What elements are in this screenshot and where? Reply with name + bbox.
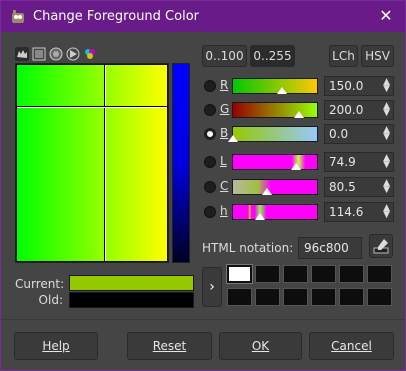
scales-icon[interactable] xyxy=(32,47,46,61)
spin-icon[interactable]: ▲ ▼ xyxy=(383,154,390,170)
spin-icon[interactable]: ▲ ▼ xyxy=(383,78,390,94)
channel-label-b: B xyxy=(220,126,229,140)
channel-row-r: R 150.0 ▲ ▼ xyxy=(202,75,394,97)
channel-label-r: R xyxy=(220,78,229,92)
spin-icon[interactable]: ▲ ▼ xyxy=(383,204,390,220)
channel-radio-b[interactable] xyxy=(204,128,216,140)
slider-marker xyxy=(228,135,238,142)
old-color-label: Old: xyxy=(38,293,63,307)
spin-icon[interactable]: ▲ ▼ xyxy=(383,126,390,142)
history-swatch[interactable] xyxy=(339,265,364,283)
channel-slider-b[interactable] xyxy=(228,126,318,142)
history-swatch[interactable] xyxy=(339,288,364,306)
crosshair-horizontal xyxy=(17,106,167,108)
slider-marker xyxy=(291,163,301,170)
spin-icon[interactable]: ▲ ▼ xyxy=(383,102,390,118)
channel-label-l: L xyxy=(220,154,227,168)
add-to-history-button[interactable]: › xyxy=(202,267,222,307)
current-color-label: Current: xyxy=(15,277,65,291)
sv-gradient-fade xyxy=(17,65,167,261)
channel-radio-c[interactable] xyxy=(204,181,216,193)
ok-button[interactable]: OK xyxy=(219,332,302,360)
history-swatch[interactable] xyxy=(283,288,308,306)
wilber-icon[interactable] xyxy=(15,47,29,61)
range-255-button[interactable]: 0..255 xyxy=(250,45,295,67)
channel-value-r[interactable]: 150.0 ▲ ▼ xyxy=(324,76,394,96)
channel-slider-r[interactable] xyxy=(232,78,318,94)
html-notation-input[interactable]: 96c800 xyxy=(298,237,362,259)
channel-slider-l[interactable] xyxy=(232,154,318,170)
color-history xyxy=(226,264,395,309)
history-swatch[interactable] xyxy=(367,265,392,283)
channel-value-c[interactable]: 80.5 ▲ ▼ xyxy=(324,177,394,197)
color-selector-tabs xyxy=(15,45,195,63)
eyedropper-icon xyxy=(373,239,389,254)
channel-label-h: h xyxy=(220,204,228,218)
hue-strip[interactable] xyxy=(172,63,190,263)
slider-marker xyxy=(262,188,272,195)
watercolor-icon[interactable] xyxy=(49,47,63,61)
channel-value-b[interactable]: 0.0 ▲ ▼ xyxy=(324,124,394,144)
titlebar: Change Foreground Color ✕ xyxy=(1,1,405,32)
color-dialog: Change Foreground Color ✕ 0..100 0..255 … xyxy=(0,0,406,371)
channel-radio-h[interactable] xyxy=(204,206,216,218)
history-swatch[interactable] xyxy=(227,288,252,306)
slider-marker xyxy=(255,213,265,220)
channel-value-l[interactable]: 74.9 ▲ ▼ xyxy=(324,152,394,172)
channel-label-c: C xyxy=(220,179,229,193)
current-color-swatch xyxy=(69,275,194,291)
channel-row-c: C 80.5 ▲ ▼ xyxy=(202,176,394,198)
channel-slider-c[interactable] xyxy=(232,179,318,195)
gimp-icon xyxy=(9,8,27,26)
history-swatch[interactable] xyxy=(255,265,280,283)
history-swatch[interactable] xyxy=(255,288,280,306)
history-swatch[interactable] xyxy=(367,288,392,306)
html-notation-label: HTML notation: xyxy=(202,241,294,255)
chevron-right-icon: › xyxy=(209,279,215,295)
eyedropper-button[interactable] xyxy=(369,234,393,258)
channel-row-l: L 74.9 ▲ ▼ xyxy=(202,151,394,173)
button-separator xyxy=(1,319,405,320)
reset-button[interactable]: Reset xyxy=(127,332,212,360)
crosshair-vertical xyxy=(104,65,106,261)
saturation-value-picker[interactable] xyxy=(15,63,169,263)
channel-radio-g[interactable] xyxy=(204,104,216,116)
channel-radio-l[interactable] xyxy=(204,156,216,168)
cancel-button[interactable]: Cancel xyxy=(309,332,394,360)
cmyk-icon[interactable] xyxy=(83,47,97,61)
triangle-icon[interactable] xyxy=(66,47,80,61)
old-color-swatch xyxy=(69,292,194,308)
close-icon[interactable]: ✕ xyxy=(377,7,395,25)
channel-label-g: G xyxy=(220,102,230,116)
window-title: Change Foreground Color xyxy=(33,9,199,24)
history-swatch[interactable] xyxy=(311,265,336,283)
history-swatch[interactable] xyxy=(283,265,308,283)
channel-value-h[interactable]: 114.6 ▲ ▼ xyxy=(324,202,394,222)
hsv-button[interactable]: HSV xyxy=(361,45,394,67)
history-swatch[interactable] xyxy=(311,288,336,306)
history-swatch[interactable] xyxy=(226,264,253,284)
channel-slider-g[interactable] xyxy=(232,102,318,118)
channel-row-g: G 200.0 ▲ ▼ xyxy=(202,99,394,121)
channel-value-g[interactable]: 200.0 ▲ ▼ xyxy=(324,100,394,120)
channel-radio-r[interactable] xyxy=(204,80,216,92)
channel-row-h: h 114.6 ▲ ▼ xyxy=(202,201,394,223)
channel-slider-h[interactable] xyxy=(232,204,318,220)
slider-marker xyxy=(294,111,304,118)
range-100-button[interactable]: 0..100 xyxy=(202,45,247,67)
slider-marker xyxy=(277,87,287,94)
channel-row-b: B 0.0 ▲ ▼ xyxy=(202,123,394,145)
spin-icon[interactable]: ▲ ▼ xyxy=(383,179,390,195)
help-button[interactable]: Help xyxy=(14,332,98,360)
lch-button[interactable]: LCh xyxy=(329,45,358,67)
